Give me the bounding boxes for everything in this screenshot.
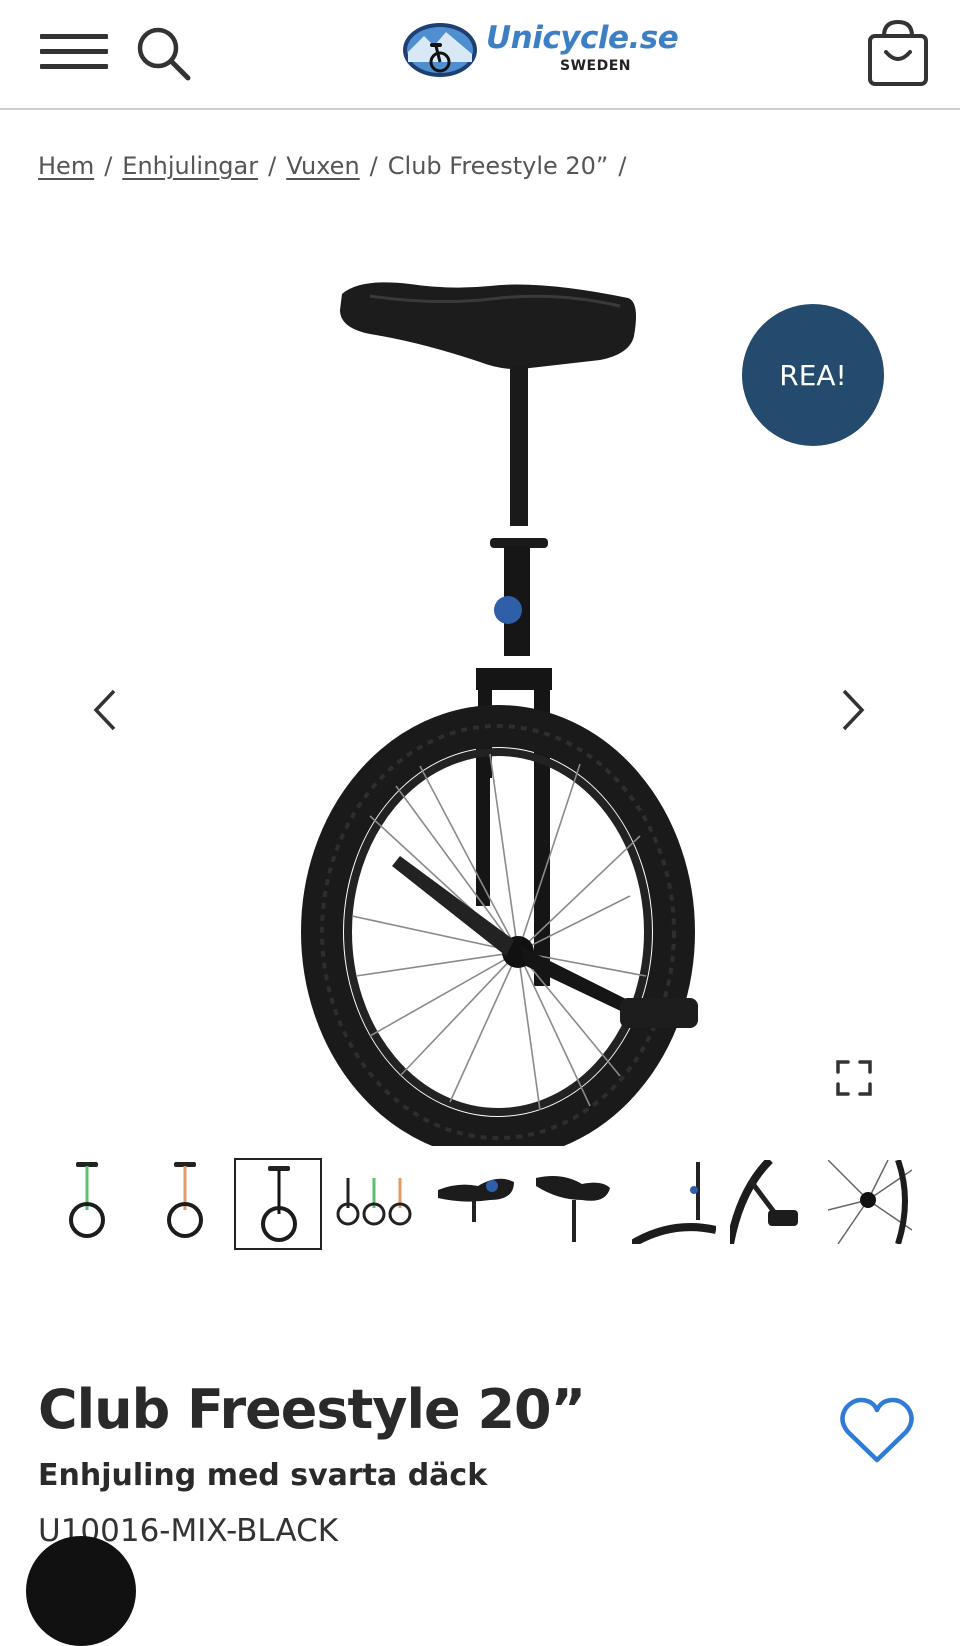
breadcrumb: Hem / Enhjulingar / Vuxen / Club Freestyle 20”… (38, 152, 636, 180)
thumbnail-strip (50, 1157, 920, 1250)
site-header: Unicycle.se SWEDEN (0, 0, 960, 110)
thumbnail-7[interactable] (629, 1160, 717, 1248)
chevron-left-icon[interactable] (86, 685, 126, 735)
thumbnail-3-active[interactable] (234, 1158, 322, 1250)
breadcrumb-link-enhjulingar[interactable]: Enhjulingar (122, 152, 258, 180)
logo-subtext: SWEDEN (560, 58, 631, 74)
search-icon[interactable] (132, 22, 196, 86)
thumbnail-5[interactable] (434, 1160, 518, 1244)
fullscreen-icon[interactable] (836, 1060, 872, 1096)
thumbnail-2[interactable] (148, 1160, 232, 1244)
thumbnail-8[interactable] (726, 1157, 814, 1245)
breadcrumb-separator: / (369, 152, 378, 180)
chat-widget-button[interactable] (26, 1536, 136, 1646)
thumbnail-6[interactable] (532, 1160, 616, 1244)
site-logo[interactable]: Unicycle.se SWEDEN (402, 20, 679, 84)
product-subtitle: Enhjuling med svarta däck (38, 1458, 488, 1493)
breadcrumb-current: Club Freestyle 20” (387, 152, 609, 180)
thumbnail-4[interactable] (334, 1160, 418, 1244)
shopping-bag-icon[interactable] (866, 18, 930, 88)
heart-icon[interactable] (840, 1396, 914, 1466)
breadcrumb-separator: / (104, 152, 113, 180)
logo-badge-icon (403, 23, 477, 77)
thumbnail-9[interactable] (827, 1159, 913, 1245)
product-gallery[interactable]: REA! (0, 230, 960, 1146)
breadcrumb-separator: / (268, 152, 277, 180)
product-main-image[interactable] (300, 276, 720, 1146)
breadcrumb-link-vuxen[interactable]: Vuxen (286, 152, 359, 180)
hamburger-menu-icon[interactable] (40, 32, 110, 72)
logo-text: Unicycle.se (486, 20, 679, 56)
thumbnail-1[interactable] (50, 1160, 134, 1244)
breadcrumb-separator: / (618, 152, 627, 180)
product-title: Club Freestyle 20” (38, 1378, 586, 1441)
breadcrumb-link-home[interactable]: Hem (38, 152, 94, 180)
chevron-right-icon[interactable] (832, 685, 872, 735)
sale-badge: REA! (742, 304, 884, 446)
